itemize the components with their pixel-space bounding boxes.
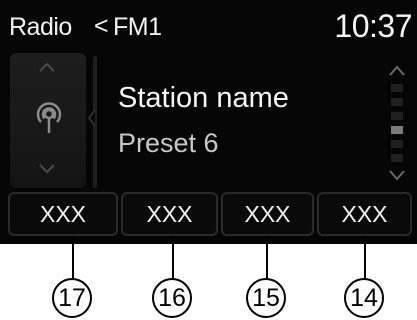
callout-line — [364, 238, 366, 282]
scroll-segment — [391, 140, 403, 148]
band-title: FM1 — [113, 13, 162, 41]
chevron-down-icon[interactable] — [36, 157, 58, 179]
callout-number: 16 — [152, 278, 192, 318]
callout-annotations: 17 16 15 14 — [0, 238, 417, 320]
radio-broadcast-icon[interactable] — [28, 95, 70, 137]
source-title[interactable]: Radio — [9, 13, 72, 42]
callout-line — [72, 238, 74, 282]
scroll-thumb[interactable] — [391, 126, 403, 134]
soft-key-3[interactable]: XXX — [221, 192, 314, 236]
scroll-segment — [391, 112, 403, 120]
radio-screen: Radio < FM1 10:37 Station name Preset 6 — [0, 0, 417, 244]
back-chevron[interactable]: < — [94, 12, 109, 41]
callout-number: 15 — [246, 278, 286, 318]
chevron-up-icon[interactable] — [386, 62, 408, 80]
soft-key-1[interactable]: XXX — [8, 192, 118, 236]
chevron-down-icon[interactable] — [386, 166, 408, 184]
soft-key-4[interactable]: XXX — [317, 192, 412, 236]
callout-line — [266, 238, 268, 282]
chevron-up-icon[interactable] — [36, 57, 58, 79]
preset-label: Preset 6 — [118, 128, 219, 158]
scrollbar-track[interactable] — [391, 84, 403, 162]
status-bar: Radio < FM1 10:37 — [0, 0, 417, 52]
scroll-segment — [391, 84, 403, 92]
selection-pointer — [87, 109, 96, 127]
station-name: Station name — [118, 82, 289, 114]
soft-key-row: XXX XXX XXX XXX — [0, 192, 417, 238]
callout-number: 17 — [52, 278, 92, 318]
scroll-segment — [391, 154, 403, 162]
clock: 10:37 — [334, 8, 412, 44]
callout-line — [172, 238, 174, 282]
soft-key-2[interactable]: XXX — [121, 192, 218, 236]
scroll-segment — [391, 98, 403, 106]
source-side-panel — [10, 53, 86, 188]
callout-number: 14 — [344, 278, 384, 318]
